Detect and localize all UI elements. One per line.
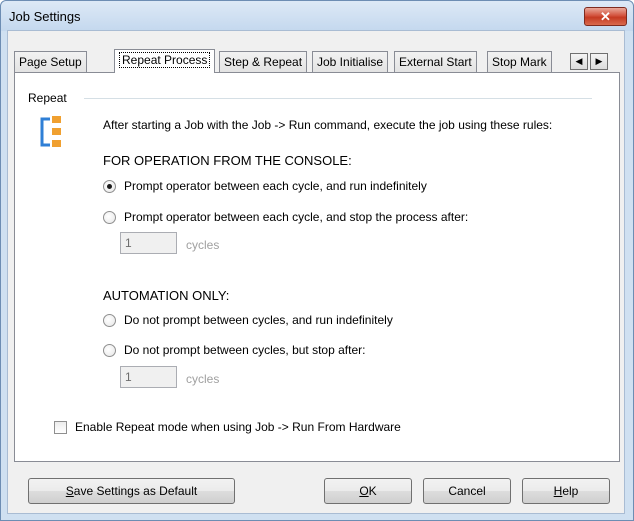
- repeat-intro-text: After starting a Job with the Job -> Run…: [103, 118, 553, 132]
- console-run-indefinitely-radio[interactable]: [103, 180, 116, 193]
- console-stop-after-radio[interactable]: [103, 211, 116, 224]
- save-mnemonic: S: [65, 484, 74, 498]
- tab-repeat-process[interactable]: Repeat Process: [114, 49, 216, 73]
- repeat-group-label: Repeat: [28, 91, 67, 105]
- enable-hardware-repeat-label[interactable]: Enable Repeat mode when using Job -> Run…: [75, 420, 401, 434]
- repeat-group-border: [84, 98, 592, 99]
- tab-label: Page Setup: [19, 55, 82, 69]
- save-settings-default-button[interactable]: Save Settings as Default: [28, 478, 235, 504]
- console-cycles-unit: cycles: [186, 238, 220, 252]
- tab-scroll-right-button[interactable]: ▶: [590, 53, 608, 70]
- automation-stop-after-radio[interactable]: [103, 344, 116, 357]
- save-label-rest: ave Settings as Default: [73, 484, 198, 498]
- tab-label: Step & Repeat: [224, 55, 303, 69]
- automation-heading: AUTOMATION ONLY:: [103, 288, 230, 303]
- tab-scroll-left-button[interactable]: ◀: [570, 53, 588, 70]
- help-label-rest: elp: [562, 484, 579, 498]
- automation-cycles-unit: cycles: [186, 372, 220, 386]
- tab-label: External Start: [399, 55, 472, 69]
- automation-run-indefinitely-radio[interactable]: [103, 314, 116, 327]
- tab-step-and-repeat[interactable]: Step & Repeat: [219, 51, 308, 72]
- close-button[interactable]: ✕: [584, 7, 627, 26]
- window-title: Job Settings: [9, 9, 81, 24]
- ok-button[interactable]: OK: [324, 478, 412, 504]
- automation-stop-after-label[interactable]: Do not prompt between cycles, but stop a…: [124, 343, 365, 357]
- cancel-button[interactable]: Cancel: [423, 478, 511, 504]
- tab-external-start[interactable]: External Start: [394, 51, 477, 72]
- enable-hardware-repeat-checkbox[interactable]: [54, 421, 67, 434]
- console-stop-after-label[interactable]: Prompt operator between each cycle, and …: [124, 210, 468, 224]
- tab-stop-mark[interactable]: Stop Mark: [487, 51, 552, 72]
- automation-run-indefinitely-label[interactable]: Do not prompt between cycles, and run in…: [124, 313, 393, 327]
- help-button[interactable]: Help: [522, 478, 610, 504]
- repeat-icon: [38, 115, 62, 149]
- console-heading: FOR OPERATION FROM THE CONSOLE:: [103, 153, 352, 168]
- tab-label: Repeat Process: [119, 52, 211, 68]
- automation-cycles-input[interactable]: [120, 366, 177, 388]
- tab-job-initialise[interactable]: Job Initialise: [312, 51, 389, 72]
- tab-label: Job Initialise: [317, 55, 384, 69]
- console-run-indefinitely-label[interactable]: Prompt operator between each cycle, and …: [124, 179, 427, 193]
- tab-page-setup[interactable]: Page Setup: [14, 51, 87, 72]
- tab-label: Stop Mark: [492, 55, 547, 69]
- title-bar[interactable]: Job Settings ✕: [1, 1, 633, 31]
- ok-label-rest: K: [368, 484, 377, 498]
- ok-mnemonic: O: [359, 484, 369, 498]
- console-cycles-input[interactable]: [120, 232, 177, 254]
